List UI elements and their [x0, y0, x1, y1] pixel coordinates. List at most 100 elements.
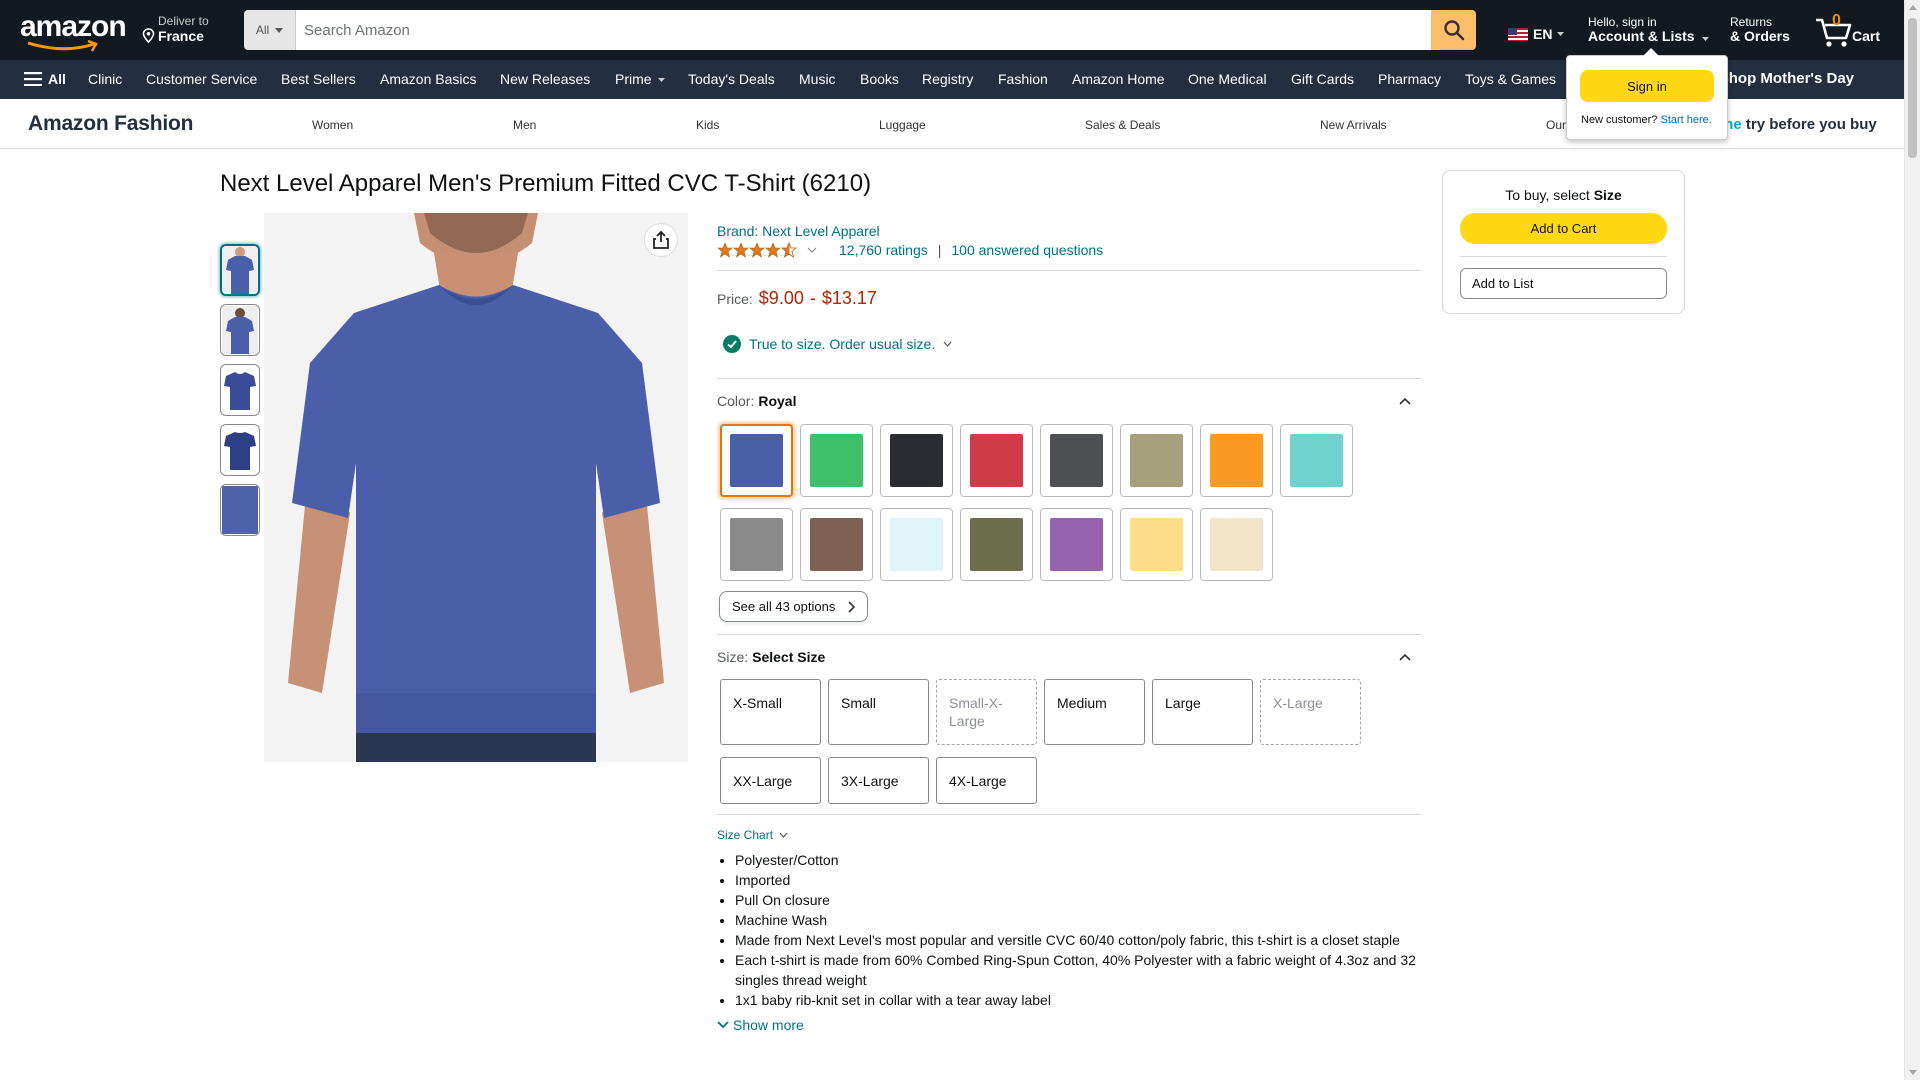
subnav-item-gift-cards[interactable]: Gift Cards	[1291, 71, 1354, 87]
color-swatch[interactable]	[1040, 424, 1113, 497]
add-to-list-button[interactable]: Add to List	[1460, 268, 1667, 299]
subnav-item-best-sellers[interactable]: Best Sellers	[281, 71, 356, 87]
deliver-to[interactable]: Deliver to France	[142, 14, 209, 43]
subnav-item-customer-service[interactable]: Customer Service	[146, 71, 257, 87]
fit-recommendation[interactable]: True to size. Order usual size.	[723, 335, 952, 353]
scroll-up-arrow-icon[interactable]	[1909, 5, 1917, 10]
start-here-link[interactable]: Start here.	[1660, 114, 1711, 126]
thumbnail-flat-back[interactable]	[220, 424, 260, 476]
fashion-link-luggage[interactable]: Luggage	[879, 118, 926, 132]
share-icon	[653, 231, 669, 249]
prime-try-before-you-buy[interactable]: me try before you buy	[1720, 116, 1877, 133]
fashion-link-our[interactable]: Our	[1546, 118, 1566, 132]
returns-and-orders[interactable]: Returns & Orders	[1730, 15, 1790, 43]
fashion-link-men[interactable]: Men	[513, 118, 536, 132]
amazon-logo[interactable]: amazon	[20, 12, 127, 52]
color-swatch[interactable]	[720, 508, 793, 581]
amazon-fashion-title[interactable]: Amazon Fashion	[28, 112, 193, 136]
color-swatch-fill	[810, 518, 863, 571]
subnav-item-one-medical[interactable]: One Medical	[1188, 71, 1267, 87]
see-all-label: See all 43 options	[732, 599, 836, 614]
see-all-options-button[interactable]: See all 43 options	[719, 591, 869, 622]
fashion-link-new-arrivals[interactable]: New Arrivals	[1320, 118, 1387, 132]
size-option-button[interactable]: 4X-Large	[936, 757, 1037, 804]
answered-questions-link[interactable]: 100 answered questions	[951, 242, 1103, 258]
show-more-link[interactable]: Show more	[717, 1017, 804, 1033]
scroll-thumb[interactable]	[1908, 18, 1917, 158]
page-scrollbar[interactable]	[1904, 0, 1920, 1080]
color-swatch[interactable]	[1120, 508, 1193, 581]
color-swatch[interactable]	[880, 424, 953, 497]
size-option-button[interactable]: 3X-Large	[828, 757, 929, 804]
size-option-button[interactable]: X-Large	[1260, 679, 1361, 745]
brand-link[interactable]: Brand: Next Level Apparel	[717, 223, 880, 239]
color-swatch[interactable]	[1120, 424, 1193, 497]
us-flag-icon	[1508, 27, 1528, 41]
size-option-button[interactable]: X-Small	[720, 679, 821, 745]
color-swatch-fill	[1130, 518, 1183, 571]
feature-bullet: Made from Next Level's most popular and …	[735, 930, 1421, 950]
color-label: Color:	[717, 393, 755, 409]
color-swatch[interactable]	[800, 424, 873, 497]
price-low: $9.00	[758, 288, 804, 308]
subnav-item-new-releases[interactable]: New Releases	[500, 71, 590, 87]
subnav-item-todays-deals[interactable]: Today's Deals	[688, 71, 775, 87]
signin-button[interactable]: Sign in	[1580, 70, 1714, 102]
size-option-button[interactable]: Small-X-Large	[936, 679, 1037, 745]
share-button[interactable]	[644, 223, 678, 257]
thumbnail-back[interactable]	[220, 304, 260, 356]
color-swatch[interactable]	[880, 508, 953, 581]
color-swatch-fill	[730, 518, 783, 571]
fashion-link-women[interactable]: Women	[312, 118, 353, 132]
color-swatch[interactable]	[720, 424, 793, 497]
chevron-down-icon[interactable]	[807, 247, 817, 253]
subnav-item-toys-games[interactable]: Toys & Games	[1465, 71, 1556, 87]
color-swatch[interactable]	[1200, 424, 1273, 497]
size-option-button[interactable]: XX-Large	[720, 757, 821, 804]
add-to-cart-button[interactable]: Add to Cart	[1460, 213, 1667, 244]
color-swatch[interactable]	[960, 508, 1033, 581]
mothers-day-promo-link[interactable]: Shop Mother's Day	[1719, 70, 1854, 87]
size-option-button[interactable]: Large	[1152, 679, 1253, 745]
buy-box: To buy, select Size Add to Cart Add to L…	[1442, 170, 1685, 314]
search-input[interactable]	[296, 10, 1431, 50]
color-swatch[interactable]	[1280, 424, 1353, 497]
size-section-header: Size: Select Size	[717, 649, 1421, 665]
subnav-item-amazon-home[interactable]: Amazon Home	[1072, 71, 1165, 87]
subnav-item-pharmacy[interactable]: Pharmacy	[1378, 71, 1441, 87]
subnav-item-amazon-basics[interactable]: Amazon Basics	[380, 71, 476, 87]
color-swatch[interactable]	[960, 424, 1033, 497]
subnav-item-prime[interactable]: Prime	[615, 71, 666, 87]
color-swatch[interactable]	[1200, 508, 1273, 581]
all-menu-button[interactable]: All	[24, 71, 66, 87]
account-and-lists[interactable]: Hello, sign in Account & Lists	[1588, 15, 1710, 43]
main-product-image[interactable]	[264, 213, 688, 762]
ratings-count-link[interactable]: 12,760 ratings	[839, 242, 928, 258]
subnav-item-registry[interactable]: Registry	[922, 71, 973, 87]
subnav-item-music[interactable]: Music	[799, 71, 836, 87]
size-option-button[interactable]: Small	[828, 679, 929, 745]
subnav-item-books[interactable]: Books	[860, 71, 899, 87]
scroll-down-arrow-icon[interactable]	[1909, 1070, 1917, 1075]
thumbnail-flat-front[interactable]	[220, 364, 260, 416]
search-category-select[interactable]: All	[244, 10, 296, 50]
cart-button[interactable]: 0 Cart	[1814, 12, 1884, 48]
chevron-up-icon[interactable]	[1399, 653, 1411, 661]
star-rating[interactable]	[717, 242, 797, 258]
thumbnail-fabric[interactable]	[220, 484, 260, 536]
chevron-up-icon[interactable]	[1399, 397, 1411, 405]
language-selector[interactable]: EN	[1508, 26, 1565, 42]
feature-bullet: Pull On closure	[735, 890, 1421, 910]
color-swatch[interactable]	[1040, 508, 1113, 581]
feature-bullet: Machine Wash	[735, 910, 1421, 930]
fashion-link-sales-deals[interactable]: Sales & Deals	[1085, 118, 1160, 132]
color-swatch[interactable]	[800, 508, 873, 581]
size-chart-link[interactable]: Size Chart	[717, 828, 788, 842]
search-button[interactable]	[1431, 10, 1476, 50]
thumbnail-front[interactable]	[220, 244, 260, 296]
fashion-link-kids[interactable]: Kids	[696, 118, 719, 132]
size-option-button[interactable]: Medium	[1044, 679, 1145, 745]
subnav-item-clinic[interactable]: Clinic	[88, 71, 122, 87]
subnav-item-fashion[interactable]: Fashion	[998, 71, 1048, 87]
returns-line2: & Orders	[1730, 28, 1790, 44]
